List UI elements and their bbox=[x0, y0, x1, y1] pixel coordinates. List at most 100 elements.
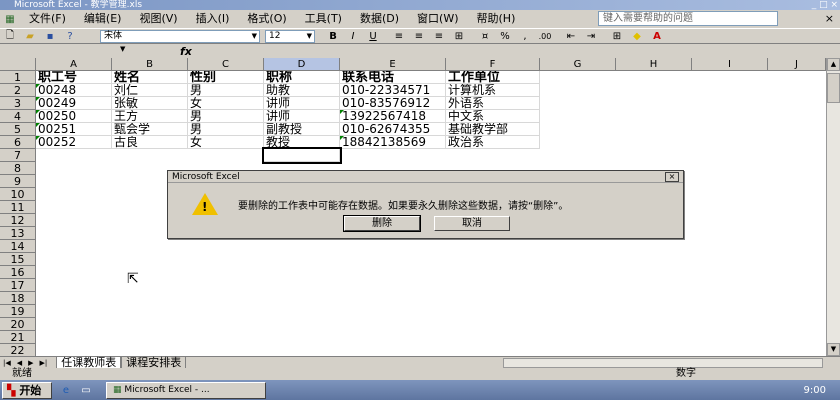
borders-icon[interactable]: ⊞ bbox=[609, 29, 625, 43]
row-header-10[interactable]: 10 bbox=[0, 188, 36, 201]
col-header-e[interactable]: E bbox=[340, 58, 446, 71]
increase-decimal-button[interactable]: .00 bbox=[537, 29, 553, 43]
table-cell[interactable]: 010-22334571 bbox=[340, 84, 446, 97]
prev-sheet-icon[interactable]: ◀ bbox=[14, 359, 25, 367]
help-search-input[interactable]: 键入需要帮助的问题 bbox=[598, 11, 778, 26]
row-header-18[interactable]: 18 bbox=[0, 292, 36, 305]
active-cell[interactable] bbox=[262, 147, 342, 164]
comma-button[interactable]: , bbox=[517, 29, 533, 43]
new-icon[interactable]: 🗋 bbox=[2, 29, 18, 43]
horizontal-scrollbar[interactable] bbox=[503, 358, 823, 368]
table-cell[interactable]: 基础教学部 bbox=[446, 123, 540, 136]
menu-insert[interactable]: 插入(I) bbox=[187, 10, 239, 28]
sheet-tab-courses[interactable]: 课程安排表 bbox=[121, 356, 187, 369]
menu-tools[interactable]: 工具(T) bbox=[296, 10, 351, 28]
align-center-icon[interactable]: ≡ bbox=[411, 29, 427, 43]
row-header-16[interactable]: 16 bbox=[0, 266, 36, 279]
percent-button[interactable]: % bbox=[497, 29, 513, 43]
fill-color-icon[interactable]: ◆ bbox=[629, 29, 645, 43]
table-cell[interactable]: 女 bbox=[188, 136, 264, 149]
row-header-20[interactable]: 20 bbox=[0, 318, 36, 331]
menu-help[interactable]: 帮助(H) bbox=[468, 10, 525, 28]
col-header-g[interactable]: G bbox=[540, 58, 616, 71]
taskbar-excel-button[interactable]: ▦ Microsoft Excel - ... bbox=[106, 381, 266, 399]
row-header-4[interactable]: 4 bbox=[0, 110, 36, 123]
menu-window[interactable]: 窗口(W) bbox=[408, 10, 467, 28]
menu-edit[interactable]: 编辑(E) bbox=[75, 10, 131, 28]
help-icon[interactable]: ? bbox=[62, 29, 78, 43]
table-cell[interactable]: 甄会学 bbox=[112, 123, 188, 136]
fx-icon[interactable]: fx bbox=[180, 45, 192, 58]
start-button[interactable]: ▚ 开始 bbox=[2, 381, 52, 399]
table-cell[interactable]: 政治系 bbox=[446, 136, 540, 149]
save-icon[interactable]: ▪ bbox=[42, 29, 58, 43]
table-cell[interactable]: 讲师 bbox=[264, 110, 340, 123]
currency-icon[interactable]: ¤ bbox=[477, 29, 493, 43]
table-cell[interactable]: 13922567418 bbox=[340, 110, 446, 123]
table-cell[interactable]: 010-83576912 bbox=[340, 97, 446, 110]
table-cell[interactable]: 18842138569 bbox=[340, 136, 446, 149]
menu-view[interactable]: 视图(V) bbox=[130, 10, 186, 28]
table-cell[interactable]: 副教授 bbox=[264, 123, 340, 136]
open-icon[interactable]: ▰ bbox=[22, 29, 38, 43]
vertical-scrollbar[interactable]: ▲ ▼ bbox=[826, 58, 840, 356]
font-color-icon[interactable]: A bbox=[649, 29, 665, 43]
col-header-a[interactable]: A bbox=[36, 58, 112, 71]
col-header-c[interactable]: C bbox=[188, 58, 264, 71]
delete-button[interactable]: 删除 bbox=[343, 215, 421, 232]
bold-button[interactable]: B bbox=[325, 29, 341, 43]
row-header-19[interactable]: 19 bbox=[0, 305, 36, 318]
show-desktop-icon[interactable]: ▭ bbox=[78, 383, 94, 397]
row-header-7[interactable]: 7 bbox=[0, 149, 36, 162]
increase-indent-icon[interactable]: ⇥ bbox=[583, 29, 599, 43]
dialog-close-icon[interactable]: × bbox=[665, 172, 679, 182]
menu-data[interactable]: 数据(D) bbox=[351, 10, 408, 28]
table-cell[interactable]: 00249 bbox=[36, 97, 112, 110]
table-cell[interactable]: 助教 bbox=[264, 84, 340, 97]
merge-center-icon[interactable]: ⊞ bbox=[451, 29, 467, 43]
menu-format[interactable]: 格式(O) bbox=[238, 10, 295, 28]
table-cell[interactable]: 00248 bbox=[36, 84, 112, 97]
close-button[interactable]: × bbox=[830, 0, 838, 10]
table-cell[interactable]: 教授 bbox=[264, 136, 340, 149]
font-size-select[interactable]: 12 ▼ bbox=[265, 29, 315, 43]
table-cell[interactable]: 男 bbox=[188, 123, 264, 136]
doc-close-icon[interactable]: × bbox=[825, 12, 834, 25]
minimize-button[interactable]: _ bbox=[812, 0, 817, 10]
table-cell[interactable]: 古良 bbox=[112, 136, 188, 149]
menu-file[interactable]: 文件(F) bbox=[20, 10, 75, 28]
row-header-2[interactable]: 2 bbox=[0, 84, 36, 97]
row-header-1[interactable]: 1 bbox=[0, 71, 36, 84]
col-header-j[interactable]: J bbox=[768, 58, 826, 71]
table-cell[interactable]: 男 bbox=[188, 84, 264, 97]
table-cell[interactable]: 010-62674355 bbox=[340, 123, 446, 136]
table-cell[interactable]: 中文系 bbox=[446, 110, 540, 123]
col-header-d[interactable]: D bbox=[264, 58, 340, 71]
scroll-down-icon[interactable]: ▼ bbox=[827, 343, 840, 356]
col-header-b[interactable]: B bbox=[112, 58, 188, 71]
table-cell[interactable]: 计算机系 bbox=[446, 84, 540, 97]
row-header-11[interactable]: 11 bbox=[0, 201, 36, 214]
cancel-button[interactable]: 取消 bbox=[434, 216, 510, 231]
italic-button[interactable]: I bbox=[345, 29, 361, 43]
table-cell[interactable]: 讲师 bbox=[264, 97, 340, 110]
table-cell[interactable]: 男 bbox=[188, 110, 264, 123]
header-cell-unit[interactable]: 工作单位 bbox=[446, 71, 540, 84]
row-header-6[interactable]: 6 bbox=[0, 136, 36, 149]
row-header-13[interactable]: 13 bbox=[0, 227, 36, 240]
col-header-f[interactable]: F bbox=[446, 58, 540, 71]
sheet-tab-teachers[interactable]: 任课教师表 bbox=[56, 356, 122, 369]
name-box[interactable]: ▼ bbox=[0, 44, 130, 58]
row-header-12[interactable]: 12 bbox=[0, 214, 36, 227]
maximize-button[interactable]: □ bbox=[819, 0, 828, 10]
row-header-15[interactable]: 15 bbox=[0, 253, 36, 266]
row-header-14[interactable]: 14 bbox=[0, 240, 36, 253]
row-header-3[interactable]: 3 bbox=[0, 97, 36, 110]
header-cell-name[interactable]: 姓名 bbox=[112, 71, 188, 84]
table-cell[interactable]: 刘仁 bbox=[112, 84, 188, 97]
table-cell[interactable]: 张敏 bbox=[112, 97, 188, 110]
underline-button[interactable]: U bbox=[365, 29, 381, 43]
scroll-up-icon[interactable]: ▲ bbox=[827, 58, 840, 71]
scroll-thumb[interactable] bbox=[827, 73, 840, 103]
table-cell[interactable]: 00252 bbox=[36, 136, 112, 149]
